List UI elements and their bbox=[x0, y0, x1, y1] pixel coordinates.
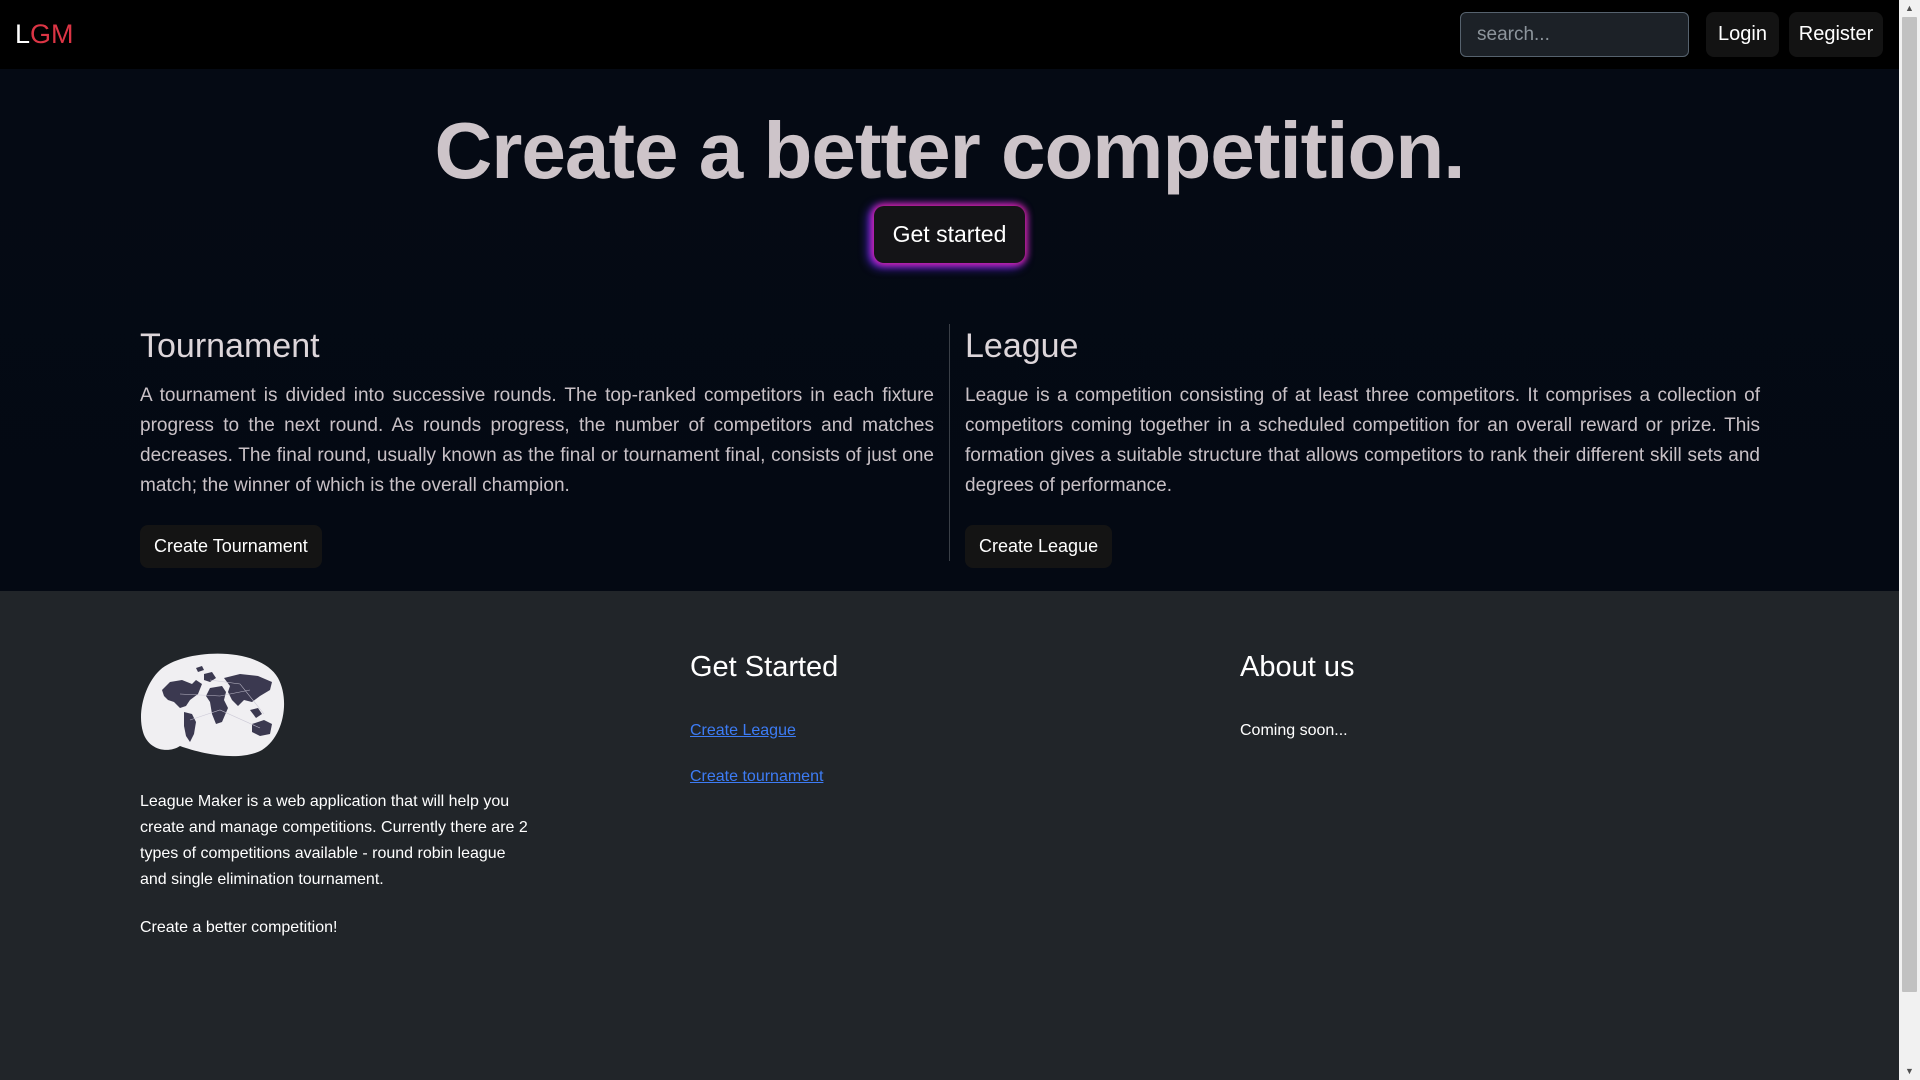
tournament-title: Tournament bbox=[140, 327, 320, 365]
tournament-description: A tournament is divided into successive … bbox=[140, 385, 934, 496]
hero-headline: Create a better competition. bbox=[434, 106, 1465, 195]
league-title: League bbox=[965, 327, 1079, 365]
world-map-icon bbox=[140, 653, 285, 757]
brand-letter-l: L bbox=[15, 19, 31, 49]
scroll-down-arrow-icon[interactable]: ▼ bbox=[1899, 1063, 1920, 1080]
footer-create-tournament-link[interactable]: Create tournament bbox=[690, 766, 823, 788]
tournament-card: Tournament A tournament is divided into … bbox=[140, 325, 934, 568]
page: LGM Login Register Create a better compe… bbox=[0, 0, 1899, 1080]
league-card: League League is a competition consistin… bbox=[965, 325, 1760, 568]
brand-letters-gm: GM bbox=[30, 19, 74, 49]
register-button[interactable]: Register bbox=[1789, 12, 1883, 57]
navbar: LGM Login Register bbox=[0, 0, 1899, 69]
about-us-column: About us Coming soon... bbox=[1240, 649, 1355, 739]
get-started-column: Get Started Create League Create tournam… bbox=[690, 649, 839, 785]
get-started-button[interactable]: Get started bbox=[874, 206, 1025, 263]
scroll-up-arrow-icon[interactable]: ▲ bbox=[1899, 0, 1920, 17]
footer-tagline: Create a better competition! bbox=[140, 919, 338, 936]
create-tournament-button[interactable]: Create Tournament bbox=[140, 525, 322, 568]
brand-logo[interactable]: LGM bbox=[15, 17, 74, 51]
league-description: League is a competition consisting of at… bbox=[965, 385, 1760, 496]
about-us-heading: About us bbox=[1240, 651, 1355, 683]
create-league-button[interactable]: Create League bbox=[965, 525, 1113, 568]
search-input[interactable] bbox=[1460, 12, 1689, 57]
login-button[interactable]: Login bbox=[1706, 12, 1779, 57]
footer: League Maker is a web application that w… bbox=[0, 591, 1899, 1080]
scroll-thumb[interactable] bbox=[1902, 17, 1917, 992]
vertical-scrollbar[interactable]: ▲ ▼ bbox=[1899, 0, 1920, 1080]
column-divider bbox=[949, 324, 950, 561]
get-started-heading: Get Started bbox=[690, 651, 839, 683]
about-us-text: Coming soon... bbox=[1240, 722, 1348, 739]
hero-section: Create a better competition. Get started… bbox=[0, 69, 1899, 591]
about-text: League Maker is a web application that w… bbox=[140, 793, 528, 888]
footer-create-league-link[interactable]: Create League bbox=[690, 720, 796, 742]
